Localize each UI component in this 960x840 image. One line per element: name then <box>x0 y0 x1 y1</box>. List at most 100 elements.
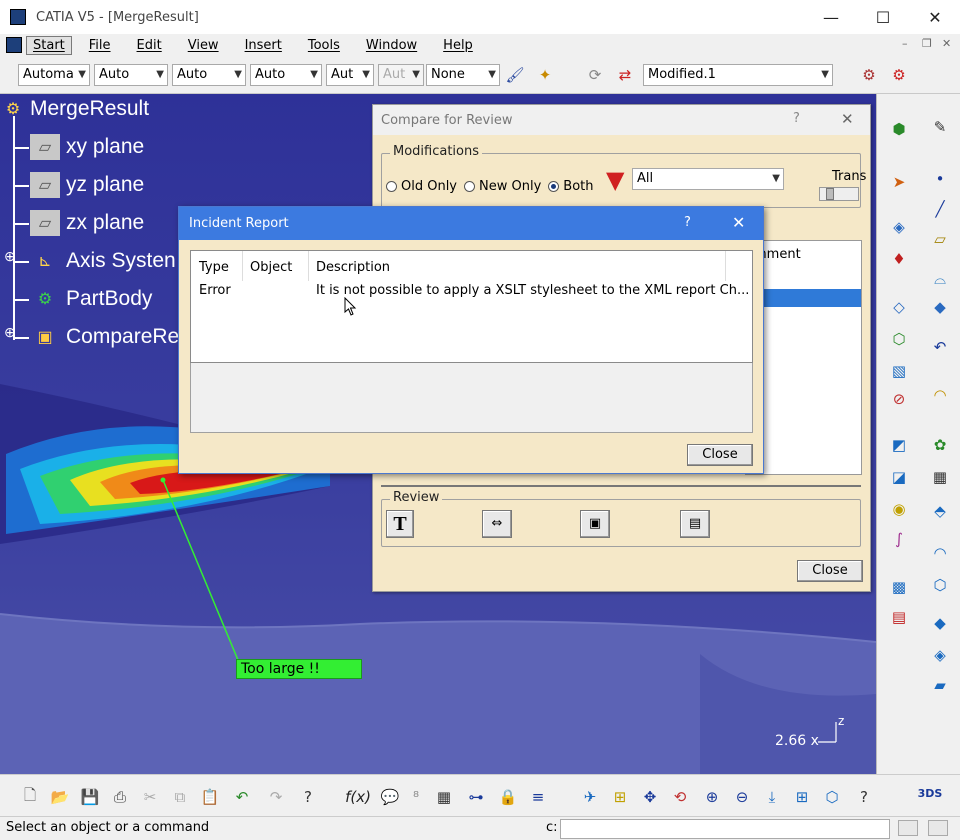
sketcher-tools-icon[interactable]: ⬢ <box>886 116 912 142</box>
menu-view[interactable]: View <box>175 38 232 53</box>
filter-combo[interactable]: All ▼ <box>632 168 784 190</box>
fly-mode-icon[interactable]: ✈ <box>578 785 602 809</box>
status-button-1[interactable] <box>898 820 918 836</box>
macro-icon[interactable]: ≡ <box>526 785 550 809</box>
new-document-icon[interactable]: 🗋 <box>18 785 42 809</box>
swap-icon[interactable]: ⇄ <box>614 65 636 85</box>
status-button-2[interactable] <box>928 820 948 836</box>
tree-item-axis-system[interactable]: ⊾ Axis Systen <box>30 248 175 274</box>
sweep-icon[interactable]: ◪ <box>886 464 912 490</box>
tree-root-mergeresult[interactable]: ⚙ MergeResult <box>2 96 149 122</box>
dialog-close-x-button[interactable]: ✕ <box>732 213 745 232</box>
cloud-icon[interactable]: ♦ <box>886 246 912 272</box>
cylinder-icon[interactable]: ⌓ <box>927 266 953 292</box>
compare-close-button[interactable]: Close <box>797 560 863 582</box>
box-icon[interactable]: ⬡ <box>927 572 953 598</box>
paste-icon[interactable]: 📋 <box>198 785 222 809</box>
save-icon[interactable]: 💾 <box>78 785 102 809</box>
section-icon[interactable]: ⊘ <box>886 386 912 412</box>
zoom-out-icon[interactable]: ⊖ <box>730 785 754 809</box>
slider-thumb[interactable] <box>826 188 834 200</box>
radio-new-only[interactable]: New Only <box>464 179 541 194</box>
compare-off-icon[interactable]: ⚙ <box>888 65 910 85</box>
report-button[interactable]: ▤ <box>680 510 710 538</box>
surface-icon[interactable]: ◆ <box>927 294 953 320</box>
capture-button[interactable]: ▣ <box>580 510 610 538</box>
sketch-icon[interactable]: ✎ <box>927 114 953 140</box>
zoom-in-icon[interactable]: ⊕ <box>700 785 724 809</box>
menu-start[interactable]: Start <box>26 35 72 55</box>
apply-material-icon[interactable]: ✦ <box>534 65 556 85</box>
transparency-slider[interactable] <box>819 187 859 201</box>
arc-icon[interactable]: ◠ <box>927 540 953 566</box>
shape-icon[interactable]: ◠ <box>927 382 953 408</box>
draft-icon[interactable]: ⬘ <box>927 498 953 524</box>
radio-old-only[interactable]: Old Only <box>386 179 457 194</box>
tree-network-icon[interactable]: ⊶ <box>464 785 488 809</box>
catalog-icon[interactable]: ▤ <box>886 604 912 630</box>
column-header-description[interactable]: Description <box>316 260 390 275</box>
table-icon[interactable]: ▦ <box>432 785 456 809</box>
fit-all-icon[interactable]: ⊞ <box>608 785 632 809</box>
tree-item-zx-plane[interactable]: ▱ zx plane <box>30 210 144 236</box>
filter-funnel-icon[interactable]: ▼ <box>606 166 624 194</box>
undo-icon[interactable]: ↶ <box>230 785 254 809</box>
point-icon[interactable]: • <box>927 166 953 192</box>
column-header-object[interactable]: Object <box>250 260 292 275</box>
view-options-icon[interactable]: ? <box>852 785 876 809</box>
incident-close-button[interactable]: Close <box>687 444 753 466</box>
curve-icon[interactable]: ↶ <box>927 334 953 360</box>
pan-icon[interactable]: ✥ <box>638 785 662 809</box>
line-thickness-combo[interactable]: Auto ▼ <box>172 64 246 86</box>
update-icon[interactable]: ⟳ <box>584 65 606 85</box>
minimize-button[interactable]: — <box>808 0 854 34</box>
normal-view-icon[interactable]: ⤓ <box>760 785 784 809</box>
knowledge-icon[interactable]: 💬 <box>378 785 402 809</box>
column-header-type[interactable]: Type <box>199 260 229 275</box>
grid-icon[interactable]: ▦ <box>927 464 953 490</box>
fill-color-combo[interactable]: Automa ▼ <box>18 64 90 86</box>
transparency-combo[interactable]: Auto ▼ <box>94 64 168 86</box>
point-symbol-combo[interactable]: Aut ▼ <box>326 64 374 86</box>
radio-both[interactable]: Both <box>548 179 594 194</box>
line-type-combo[interactable]: Auto ▼ <box>250 64 322 86</box>
scan-icon[interactable]: ◈ <box>886 214 912 240</box>
maximize-button[interactable]: ☐ <box>860 0 906 34</box>
rotate-icon[interactable]: ⟲ <box>668 785 692 809</box>
deviation-annotation[interactable]: Too large !! <box>236 659 362 679</box>
mdi-minimize-button[interactable]: – <box>902 37 908 50</box>
expand-icon[interactable]: ⊕ <box>4 248 16 265</box>
offset-icon[interactable]: ⬡ <box>886 326 912 352</box>
project-icon[interactable]: ◈ <box>927 642 953 668</box>
transform-icon[interactable]: ◆ <box>927 610 953 636</box>
line-icon[interactable]: ╱ <box>927 196 953 222</box>
mesh-icon[interactable]: ◇ <box>886 294 912 320</box>
law-icon[interactable]: ⁸ <box>404 785 428 809</box>
plane-tool-icon[interactable]: ▱ <box>927 226 953 252</box>
extract-icon[interactable]: ▰ <box>927 672 953 698</box>
menu-tools[interactable]: Tools <box>295 38 353 53</box>
painter-icon[interactable]: 🖌 <box>504 65 526 85</box>
spline-icon[interactable]: ∫ <box>886 526 912 552</box>
blend-icon[interactable]: ✿ <box>927 432 953 458</box>
print-icon[interactable]: ⎙ <box>108 785 132 809</box>
dialog-close-x-button[interactable]: ✕ <box>841 110 854 128</box>
cube-icon[interactable]: ▩ <box>886 574 912 600</box>
help-button[interactable]: ? <box>684 215 691 230</box>
tree-item-xy-plane[interactable]: ▱ xy plane <box>30 134 144 160</box>
tree-item-partbody[interactable]: ⚙ PartBody <box>30 286 153 312</box>
layer-combo[interactable]: None ▼ <box>426 64 500 86</box>
open-folder-icon[interactable]: 📂 <box>48 785 72 809</box>
help-button[interactable]: ? <box>793 111 800 126</box>
incident-table[interactable]: Type Object Description Error It is not … <box>190 250 753 363</box>
analysis-icon[interactable]: ◉ <box>886 496 912 522</box>
command-input[interactable] <box>560 819 890 839</box>
tree-item-yz-plane[interactable]: ▱ yz plane <box>30 172 144 198</box>
menu-file[interactable]: File <box>76 38 124 53</box>
modification-selector-combo[interactable]: Modified.1 ▼ <box>643 64 833 86</box>
lock-icon[interactable]: 🔒 <box>496 785 520 809</box>
menu-insert[interactable]: Insert <box>232 38 295 53</box>
menu-edit[interactable]: Edit <box>124 38 175 53</box>
whats-this-icon[interactable]: ? <box>296 785 320 809</box>
select-arrow-icon[interactable]: ➤ <box>886 169 912 195</box>
